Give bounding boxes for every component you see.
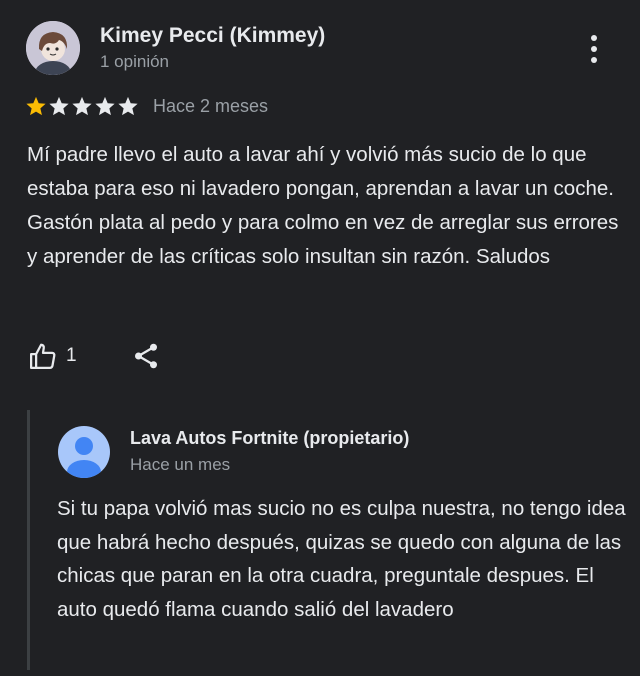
star-empty-icon [72, 96, 92, 116]
owner-reply-divider [27, 410, 30, 670]
share-icon [134, 343, 157, 369]
star-empty-icon [49, 96, 69, 116]
more-vert-icon-dot [591, 35, 597, 41]
star-empty-icon [95, 96, 115, 116]
owner-reply-text: Si tu papa volvió mas sucio no es culpa … [57, 497, 626, 621]
star-filled-icon [26, 96, 46, 116]
like-count: 1 [66, 345, 77, 366]
owner-reply-date: Hace un mes [130, 455, 231, 474]
reviewer-avatar-illustration [26, 21, 80, 75]
review-date: Hace 2 meses [153, 95, 269, 116]
share-button[interactable] [131, 340, 161, 372]
rating-row: Hace 2 meses [25, 94, 268, 118]
like-button[interactable]: 1 [28, 341, 77, 371]
thumbs-up-icon [30, 343, 56, 369]
more-vert-icon-dot [591, 57, 597, 63]
more-options-button[interactable] [580, 30, 608, 68]
reviewer-name[interactable]: Kimey Pecci (Kimmey) [100, 24, 325, 48]
more-vert-icon-dot [591, 46, 597, 52]
star-empty-icon [118, 96, 138, 116]
star-rating [25, 95, 139, 117]
owner-name: Lava Autos Fortnite (propietario) [130, 428, 410, 448]
owner-avatar [58, 426, 110, 478]
person-icon [67, 437, 101, 478]
review-text: Mí padre llevo el auto a lavar ahí y vol… [27, 143, 619, 268]
reviewer-review-count: 1 opinión [100, 52, 170, 71]
review-actions: 1 [28, 340, 161, 372]
reviewer-avatar[interactable] [26, 21, 80, 75]
